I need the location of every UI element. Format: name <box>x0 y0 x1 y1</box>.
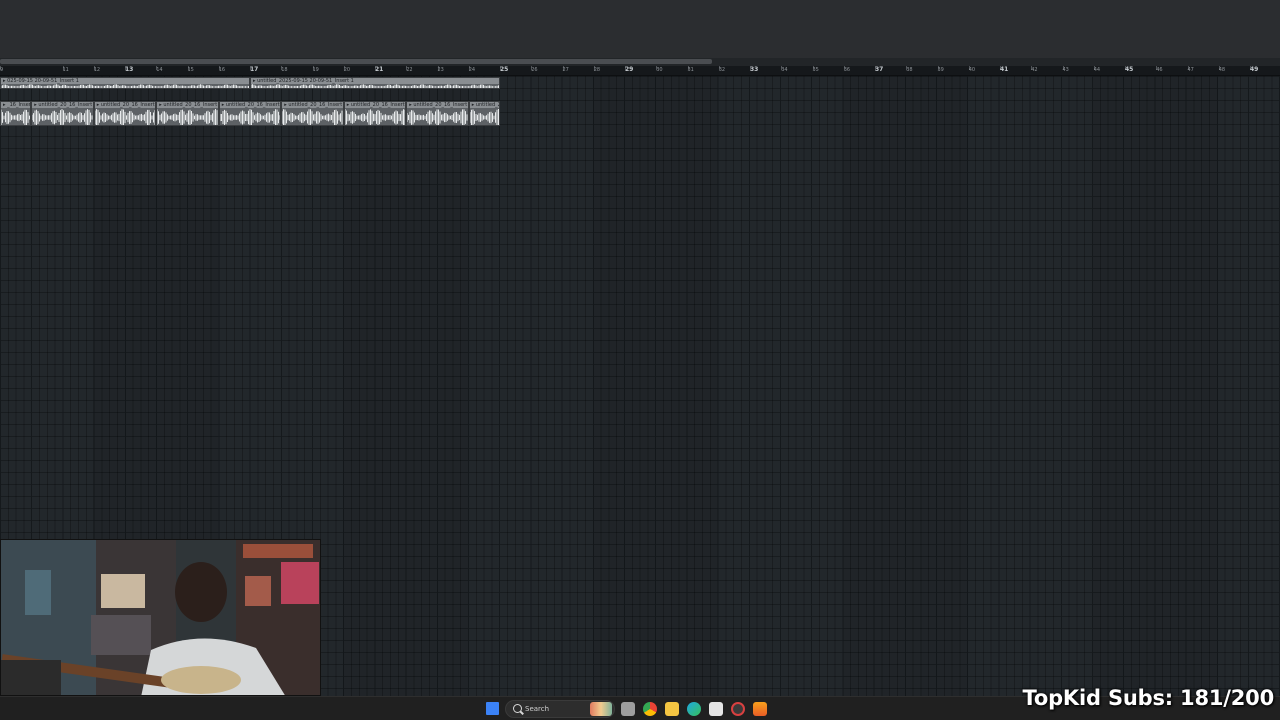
audio-clip[interactable]: ▸ untitled_20_16_Insert 1 <box>406 101 469 126</box>
ruler-bar-number: 34 <box>781 67 788 73</box>
timeline-ruler[interactable]: 9 11 12 13 14 15 16 17 18 19 20 21 22 23 24 25 26 27 28 29 3… <box>0 66 1280 76</box>
ruler-bar-number: 33 <box>750 66 759 73</box>
ruler-bar-number: 44 <box>1093 67 1101 73</box>
ruler-bar-number: 9 <box>0 67 4 73</box>
ruler-bar-number: 21 <box>375 66 384 73</box>
ruler-bar-number: 25 <box>500 66 509 73</box>
ruler-bar-number: 37 <box>875 66 884 73</box>
ruler-bar-number: 47 <box>1187 67 1194 73</box>
ruler-bar-number: 22 <box>406 67 413 73</box>
search-icon <box>513 704 522 713</box>
windows-start-icon[interactable] <box>486 702 499 715</box>
ruler-bar-number: 14 <box>156 67 163 73</box>
audio-clip[interactable]: ▸ untitled_20_16_Insert 1 <box>31 101 94 126</box>
ruler-bar-number: 41 <box>1000 66 1009 73</box>
ruler-bar-number: 20 <box>343 67 351 73</box>
ruler-bar-number: 48 <box>1218 67 1226 73</box>
ruler-bar-number: 31 <box>687 67 694 73</box>
ruler-bar-number: 28 <box>593 67 601 73</box>
edge-icon[interactable] <box>687 702 701 716</box>
ruler-bar-number: 30 <box>656 67 663 73</box>
clip-waveform <box>344 109 406 125</box>
ruler-bar-number: 24 <box>468 67 476 73</box>
audio-clip[interactable]: ▸ untitled_20_16_Insert 1 <box>156 101 219 126</box>
clip-waveform <box>219 109 281 125</box>
horizontal-scrollbar-thumb[interactable] <box>0 59 712 64</box>
settings-icon[interactable] <box>731 702 745 716</box>
subscriber-count-overlay: TopKid Subs: 181/200 <box>1022 686 1275 710</box>
clip-waveform <box>157 109 218 125</box>
ruler-bar-number: 45 <box>1125 66 1134 73</box>
clip-waveform <box>1 109 30 125</box>
widgets-icon[interactable] <box>590 702 612 716</box>
ruler-bar-number: 27 <box>562 67 569 73</box>
clip-waveform <box>1 84 249 88</box>
webcam-image <box>1 540 320 695</box>
taskbar-search-label: Search <box>525 705 550 713</box>
clip-waveform <box>282 109 343 125</box>
audio-clip[interactable]: ▸ untitled_20_16_Insert 1 <box>218 101 282 126</box>
audio-clip[interactable]: ▸ untitled_2025-09-15 20-09-51_Insert 1 <box>250 77 500 89</box>
ruler-bar-number: 19 <box>312 67 319 73</box>
ruler-bar-number: 12 <box>93 67 101 73</box>
ruler-bar-number: 39 <box>937 67 944 73</box>
ruler-bar-number: 32 <box>718 67 726 73</box>
audio-clip[interactable]: ▸ _16_Insert 1 <box>0 101 32 126</box>
clip-waveform <box>94 109 156 125</box>
ruler-bar-number: 13 <box>125 66 134 73</box>
ruler-bar-number: 23 <box>437 67 444 73</box>
ruler-bar-number: 16 <box>218 67 226 73</box>
audio-clip[interactable]: ▸ untitled_20_16_Insert 1 <box>93 101 157 126</box>
ruler-bar-number: 15 <box>187 67 194 73</box>
ruler-bar-number: 36 <box>843 67 851 73</box>
file-explorer-icon[interactable] <box>665 702 679 716</box>
file-manager-icon[interactable] <box>621 702 635 716</box>
chrome-icon[interactable] <box>643 702 657 716</box>
ruler-bar-number: 40 <box>968 67 976 73</box>
ruler-bar-number: 17 <box>250 66 259 73</box>
ruler-bar-number: 11 <box>62 67 69 73</box>
store-icon[interactable] <box>709 702 723 716</box>
clip-waveform <box>251 84 499 88</box>
ruler-bar-number: 46 <box>1156 67 1163 73</box>
audio-clip[interactable]: ▸ untitled_20_16_Insert 1 <box>281 101 344 126</box>
audio-clip[interactable]: ▸ untitled_20_16_Insert 1 <box>468 101 500 126</box>
audio-clip[interactable]: ▸ 025-09-15 20-09-51_Insert 1 <box>0 77 250 89</box>
clip-waveform <box>407 109 468 125</box>
fl-studio-icon[interactable] <box>753 702 767 716</box>
top-toolbar <box>0 0 1280 58</box>
ruler-bar-number: 29 <box>625 66 634 73</box>
ruler-bar-number: 26 <box>531 67 538 73</box>
ruler-bar-number: 43 <box>1062 67 1069 73</box>
ruler-bar-number: 42 <box>1031 67 1038 73</box>
webcam-overlay <box>0 539 321 696</box>
ruler-bar-number: 49 <box>1250 66 1259 73</box>
ruler-bar-number: 38 <box>906 67 913 73</box>
ruler-bar-number: 35 <box>812 67 819 73</box>
clip-waveform <box>469 109 499 125</box>
clip-waveform <box>32 109 93 125</box>
ruler-bar-number: 18 <box>281 67 288 73</box>
audio-clip[interactable]: ▸ untitled_20_16_Insert 1 <box>343 101 407 126</box>
